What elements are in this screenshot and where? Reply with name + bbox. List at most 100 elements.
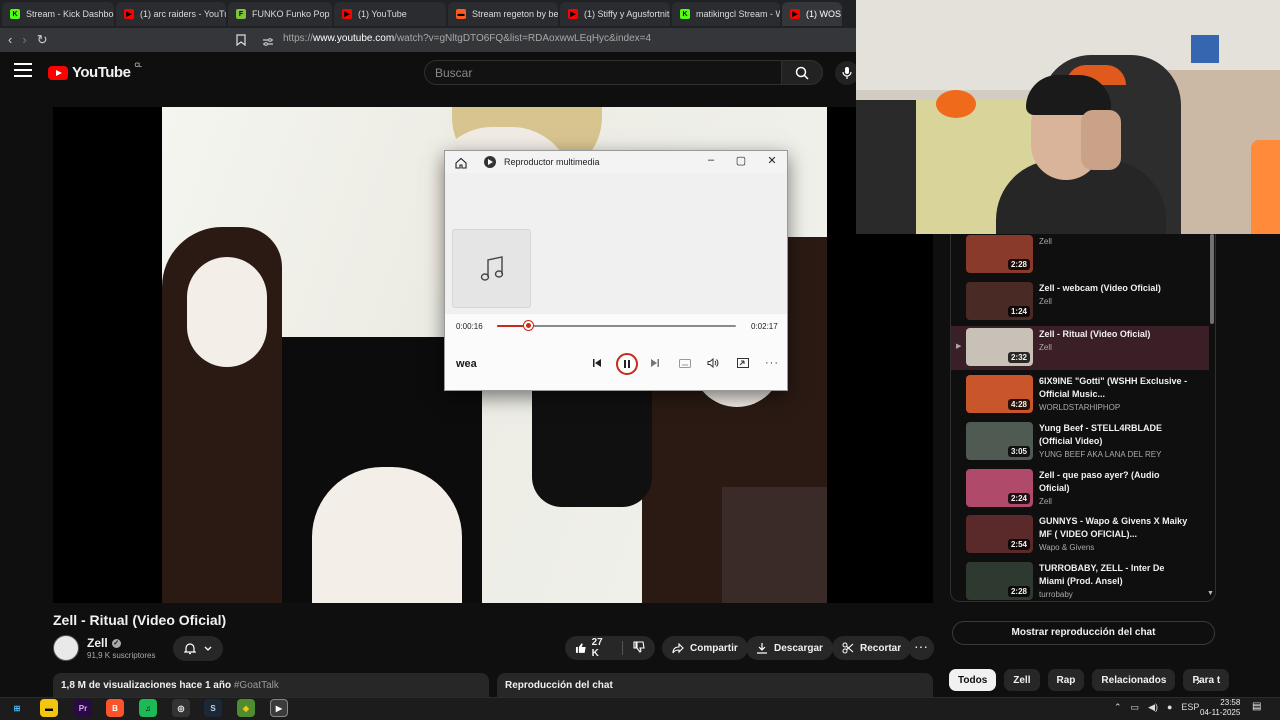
volume-icon[interactable]: [702, 352, 724, 374]
forward-icon[interactable]: ›: [22, 32, 26, 48]
captions-icon[interactable]: [674, 352, 696, 374]
bell-icon: [184, 643, 196, 655]
chevron-up-icon[interactable]: ⌃: [1114, 702, 1122, 713]
media-player-window[interactable]: Reproductor multimedia – ▢ ✕ 0:00:16 0:0…: [444, 150, 788, 391]
playlist-item[interactable]: 2:24 Zell - que paso ayer? (Audio Oficial…: [951, 467, 1209, 511]
chevron-right-icon[interactable]: ›: [1196, 673, 1200, 688]
taskbar-app-icon[interactable]: S: [204, 699, 222, 717]
playlist-item[interactable]: 2:54 GUNNYS - Wapo & Givens X Maiky MF ( …: [951, 513, 1209, 557]
browser-tab[interactable]: ▶ (1) arc raiders - YouTube: [116, 2, 226, 26]
tab-favicon-icon: K: [10, 9, 20, 19]
channel-avatar[interactable]: [53, 635, 79, 661]
playlist-item-artist: YUNG BEEF AKA LANA DEL REY: [1039, 449, 1162, 459]
tab-label: (1) WOS: [806, 9, 841, 19]
taskbar-clock[interactable]: 23:58 04-11-2025: [1200, 698, 1240, 718]
language-indicator[interactable]: ESP: [1181, 702, 1199, 713]
hashtag-link[interactable]: #GoatTalk: [234, 680, 279, 691]
tab-label: matikingcl Stream - W: [696, 9, 780, 19]
playlist-item[interactable]: 2:28 TURROBABY, ZELL - Inter De Miami (Pr…: [951, 560, 1209, 601]
taskbar-app-icon[interactable]: ▬: [40, 699, 58, 717]
browser-tab[interactable]: ▶ (1) Stiffy y Agusfortnit: [560, 2, 670, 26]
youtube-logo-text: YouTube: [72, 64, 131, 81]
playlist-item-artist: WORLDSTARHIPHOP: [1039, 403, 1121, 413]
browser-tab[interactable]: ▬ Stream regeton by bet: [448, 2, 558, 26]
filter-chip[interactable]: Zell: [1004, 669, 1040, 691]
download-label: Descargar: [774, 642, 823, 654]
close-icon[interactable]: ✕: [764, 154, 780, 167]
filter-chip[interactable]: Todos: [949, 669, 997, 691]
share-button[interactable]: Compartir: [662, 636, 748, 660]
back-icon[interactable]: ‹: [8, 32, 12, 48]
minimize-icon[interactable]: –: [703, 154, 719, 166]
site-settings-icon[interactable]: [262, 34, 274, 52]
browser-tab[interactable]: ▶ (1) WOS: [782, 2, 842, 26]
duration-badge: 2:24: [1007, 492, 1030, 504]
notification-icon[interactable]: ▤: [1252, 701, 1261, 712]
next-track-icon[interactable]: [644, 352, 666, 374]
clip-label: Recortar: [860, 642, 902, 654]
home-icon[interactable]: [455, 156, 467, 169]
notifications-button[interactable]: [173, 636, 223, 661]
taskbar-app-icon[interactable]: ▶: [270, 699, 288, 717]
show-chat-replay-button[interactable]: Mostrar reproducción del chat: [952, 621, 1215, 645]
tab-favicon-icon: ▬: [456, 9, 466, 19]
chevron-down-icon: [204, 646, 212, 651]
current-time: 0:00:16: [456, 322, 483, 331]
browser-tab[interactable]: Kmatikingcl Stream - W: [672, 2, 780, 26]
filter-chip[interactable]: Relacionados: [1092, 669, 1176, 691]
hamburger-menu-icon[interactable]: [14, 63, 32, 77]
more-options-icon[interactable]: ···: [761, 352, 783, 374]
browser-tab[interactable]: K Stream - Kick Dashboard: [2, 2, 114, 26]
network-icon[interactable]: ▭: [1131, 702, 1140, 713]
taskbar-app-icon[interactable]: ♫: [139, 699, 157, 717]
taskbar-app-icon[interactable]: ◆: [237, 699, 255, 717]
reload-icon[interactable]: ↻: [37, 32, 48, 48]
tab-favicon-icon: ▶: [124, 9, 134, 19]
playlist-scrollbar[interactable]: [1210, 234, 1214, 324]
taskbar-app-icon[interactable]: ◎: [172, 699, 190, 717]
speaker-icon[interactable]: ◀): [1148, 702, 1158, 713]
like-button[interactable]: 27 K: [575, 637, 612, 659]
microphone-tray-icon[interactable]: ●: [1167, 702, 1172, 713]
download-button[interactable]: Descargar: [746, 636, 833, 660]
playlist-item[interactable]: 3:05 Yung Beef - STELL4RBLADE (Official V…: [951, 420, 1209, 464]
url-text[interactable]: https://www.youtube.com/watch?v=gNltgDTO…: [283, 33, 651, 44]
pause-button[interactable]: [616, 353, 638, 375]
more-actions-button[interactable]: ···: [908, 636, 934, 660]
tab-favicon-icon: ▶: [790, 9, 800, 19]
verified-badge-icon: ✓: [111, 638, 121, 648]
seek-handle[interactable]: [524, 321, 534, 330]
search-input[interactable]: Buscar: [424, 60, 781, 85]
media-player-titlebar[interactable]: Reproductor multimedia – ▢ ✕: [445, 151, 787, 173]
browser-tab[interactable]: F FUNKO Funko Pop De: [228, 2, 332, 26]
playlist-item-title: Zell - Ritual (Video Oficial): [1039, 329, 1151, 340]
playlist-item[interactable]: 2:28 Zell: [951, 234, 1209, 277]
share-icon: [672, 642, 684, 653]
playlist-item[interactable]: 1:24 Zell - webcam (Video Oficial) Zell: [951, 280, 1209, 324]
description-box[interactable]: 1,8 M de visualizaciones hace 1 año #Goa…: [53, 673, 489, 697]
playlist-scroll-down-icon[interactable]: ▼: [1207, 590, 1214, 597]
playlist-item[interactable]: 4:28 6IX9INE "Gotti" (WSHH Exclusive - Of…: [951, 373, 1209, 417]
youtube-logo[interactable]: YouTube CL: [48, 63, 142, 81]
taskbar-app-icon[interactable]: B: [106, 699, 124, 717]
filter-chip[interactable]: Para t: [1183, 669, 1230, 691]
playlist-thumbnail: 2:32: [966, 328, 1033, 367]
taskbar-app-icon[interactable]: ⊞: [8, 699, 26, 717]
playlist-item[interactable]: ▶ 2:32 Zell - Ritual (Video Oficial) Zell: [951, 326, 1209, 371]
search-button[interactable]: [781, 60, 823, 85]
browser-tab[interactable]: ▶ (1) YouTube: [334, 2, 446, 26]
previous-track-icon[interactable]: [586, 352, 608, 374]
channel-name[interactable]: Zell ✓: [87, 636, 121, 650]
dislike-button[interactable]: [633, 640, 645, 656]
filter-chip[interactable]: Rap: [1047, 669, 1085, 691]
clock-time: 23:58: [1220, 698, 1241, 707]
duration-badge: 4:28: [1007, 399, 1030, 411]
clip-button[interactable]: Recortar: [832, 636, 912, 660]
bookmark-icon[interactable]: [236, 33, 246, 51]
microphone-icon: [842, 67, 852, 79]
mini-player-icon[interactable]: [732, 352, 754, 374]
maximize-icon[interactable]: ▢: [733, 154, 749, 167]
duration-badge: 2:54: [1007, 539, 1030, 551]
taskbar-app-icon[interactable]: Pr: [74, 699, 92, 717]
channel-name-text: Zell: [87, 636, 108, 650]
